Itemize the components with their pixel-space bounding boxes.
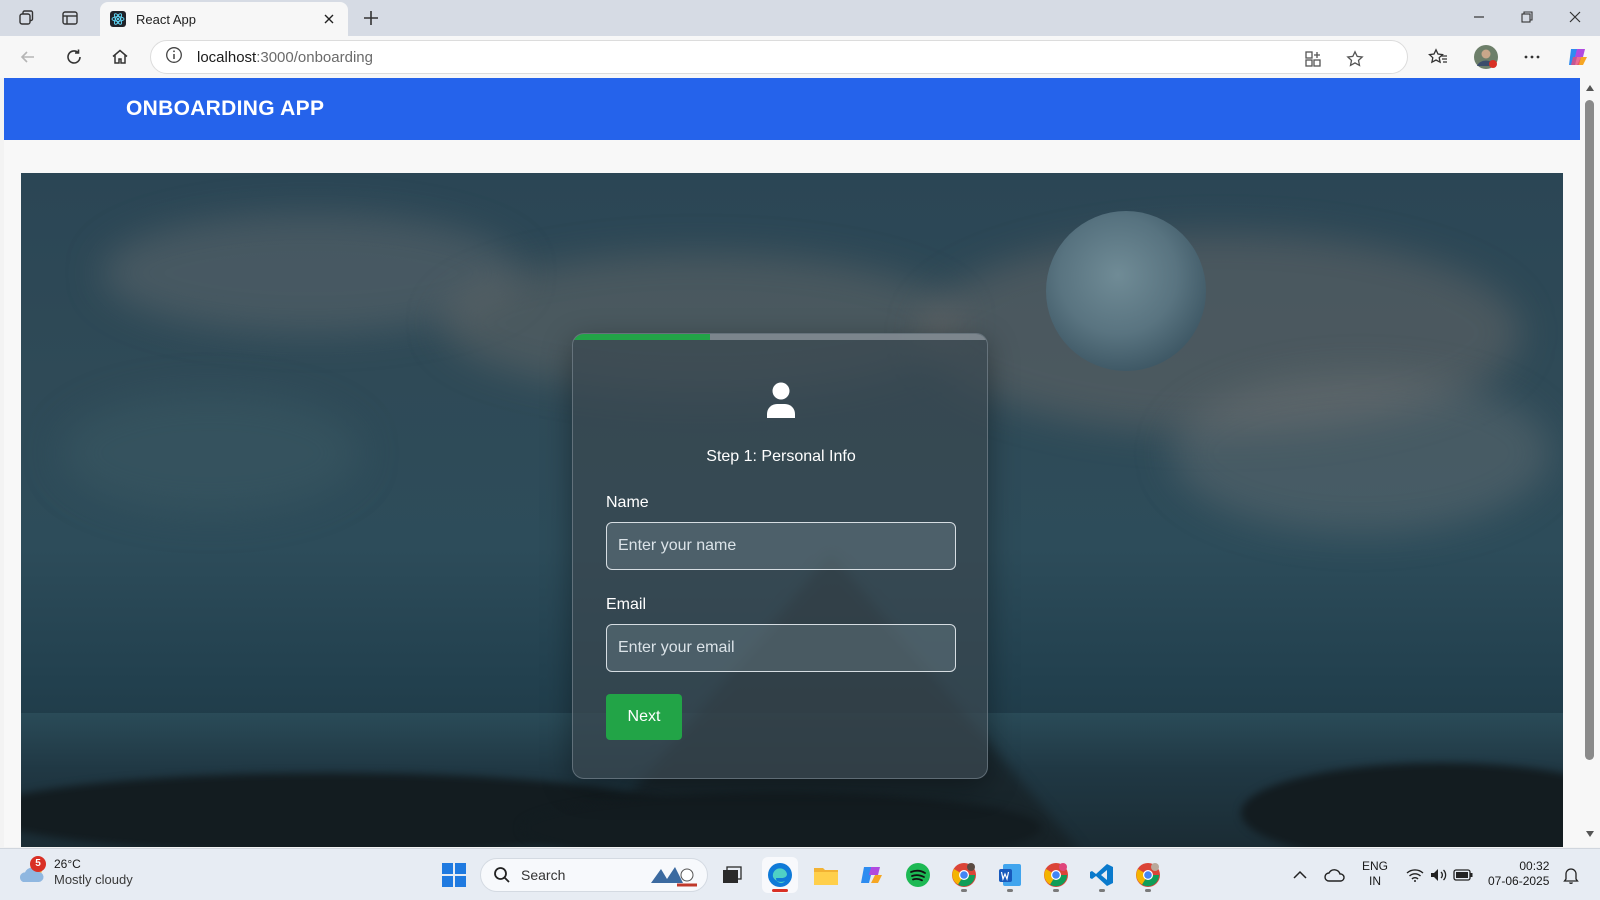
progress-bar (573, 334, 987, 340)
chevron-up-icon[interactable] (1290, 859, 1310, 891)
spotify-icon[interactable] (900, 857, 936, 893)
edge-browser-icon[interactable] (762, 857, 798, 893)
weather-widget[interactable]: 5 26°C Mostly cloudy (18, 855, 133, 888)
clock-date: 07-06-2025 (1488, 874, 1550, 888)
email-input[interactable] (606, 624, 956, 672)
user-icon (765, 382, 797, 420)
tab-title: React App (136, 11, 196, 27)
onedrive-cloud-icon[interactable] (1322, 859, 1348, 891)
page-scrollbar[interactable] (1580, 78, 1600, 847)
copilot-icon[interactable] (1562, 41, 1594, 73)
vscode-icon[interactable] (1084, 857, 1120, 893)
browser-tab-strip: React App (0, 0, 1600, 36)
restore-icon[interactable] (1504, 0, 1550, 34)
volume-icon[interactable] (1428, 859, 1450, 891)
scroll-thumb[interactable] (1585, 100, 1594, 760)
address-bar[interactable]: localhost:3000/onboarding (150, 40, 1408, 74)
open-app-indicator (1007, 889, 1013, 892)
name-label: Name (606, 494, 649, 511)
home-icon[interactable] (104, 41, 136, 73)
cloudy-weather-icon: 5 (18, 855, 48, 886)
word-icon[interactable] (992, 857, 1028, 893)
tab-react-app[interactable]: React App (100, 2, 348, 36)
open-app-indicator (961, 889, 967, 892)
system-clock[interactable]: 00:32 07-06-2025 (1488, 859, 1549, 889)
wifi-icon[interactable] (1404, 859, 1426, 891)
open-app-indicator (1099, 889, 1105, 892)
more-options-icon[interactable] (1516, 41, 1548, 73)
workspaces-icon[interactable] (10, 4, 42, 32)
page-viewport: ONBOARDING APP Step 1: Personal Info Nam… (4, 78, 1580, 847)
active-app-indicator (772, 889, 788, 892)
react-logo-icon (110, 11, 126, 27)
task-view-icon[interactable] (714, 857, 750, 893)
minimize-icon[interactable] (1456, 0, 1502, 34)
weather-alert-badge: 5 (30, 855, 46, 872)
onboarding-card: Step 1: Personal Info Name Email Next (572, 333, 988, 779)
name-input[interactable] (606, 522, 956, 570)
file-explorer-icon[interactable] (808, 857, 844, 893)
chrome-alt-profile-icon[interactable] (1130, 857, 1166, 893)
region-code: IN (1369, 874, 1381, 888)
chrome-icon[interactable] (1038, 857, 1074, 893)
taskbar-search[interactable]: Search (480, 858, 708, 892)
clock-time: 00:32 (1519, 859, 1550, 873)
profile-avatar[interactable] (1470, 41, 1502, 73)
site-info-icon[interactable] (165, 46, 183, 69)
favorite-star-icon[interactable] (1345, 49, 1365, 69)
refresh-icon[interactable] (58, 41, 90, 73)
open-app-indicator (1145, 889, 1151, 892)
open-app-indicator (1053, 889, 1059, 892)
favorites-icon[interactable] (1422, 41, 1454, 73)
url-host: localhost (197, 48, 257, 66)
scroll-up-icon[interactable] (1584, 82, 1596, 94)
url-path: :3000/onboarding (256, 48, 373, 66)
copilot-app-icon[interactable] (854, 857, 890, 893)
scroll-down-icon[interactable] (1584, 828, 1596, 840)
notification-bell-icon[interactable] (1560, 859, 1582, 891)
progress-bar-fill (573, 334, 711, 340)
browser-toolbar: localhost:3000/onboarding (0, 36, 1600, 78)
windows-taskbar: 5 26°C Mostly cloudy Search ENG IN 00:32… (0, 848, 1600, 900)
battery-icon[interactable] (1452, 859, 1474, 891)
search-label: Search (521, 867, 566, 883)
cloud (61, 393, 361, 513)
back-icon[interactable] (12, 41, 44, 73)
windows-start-icon[interactable] (436, 857, 472, 893)
app-title: ONBOARDING APP (126, 97, 325, 120)
app-header: ONBOARDING APP (4, 78, 1580, 140)
email-label: Email (606, 596, 647, 613)
search-highlight-icon (651, 867, 697, 887)
moon (1046, 211, 1206, 371)
app-available-icon[interactable] (1303, 49, 1323, 69)
weather-condition: Mostly cloudy (54, 872, 133, 887)
url-text: localhost:3000/onboarding (197, 49, 373, 66)
close-tab-icon[interactable] (320, 10, 338, 28)
cloud (1171, 373, 1551, 533)
chrome-profile-icon[interactable] (946, 857, 982, 893)
language-code: ENG (1362, 859, 1389, 873)
step-title: Step 1: Personal Info (706, 448, 856, 465)
search-icon (494, 867, 510, 883)
language-indicator[interactable]: ENG IN (1362, 859, 1388, 889)
temperature: 26°C (54, 857, 81, 871)
close-window-icon[interactable] (1552, 0, 1598, 34)
tab-actions-icon[interactable] (54, 4, 86, 32)
next-button[interactable]: Next (606, 694, 682, 740)
new-tab-icon[interactable] (355, 4, 387, 32)
